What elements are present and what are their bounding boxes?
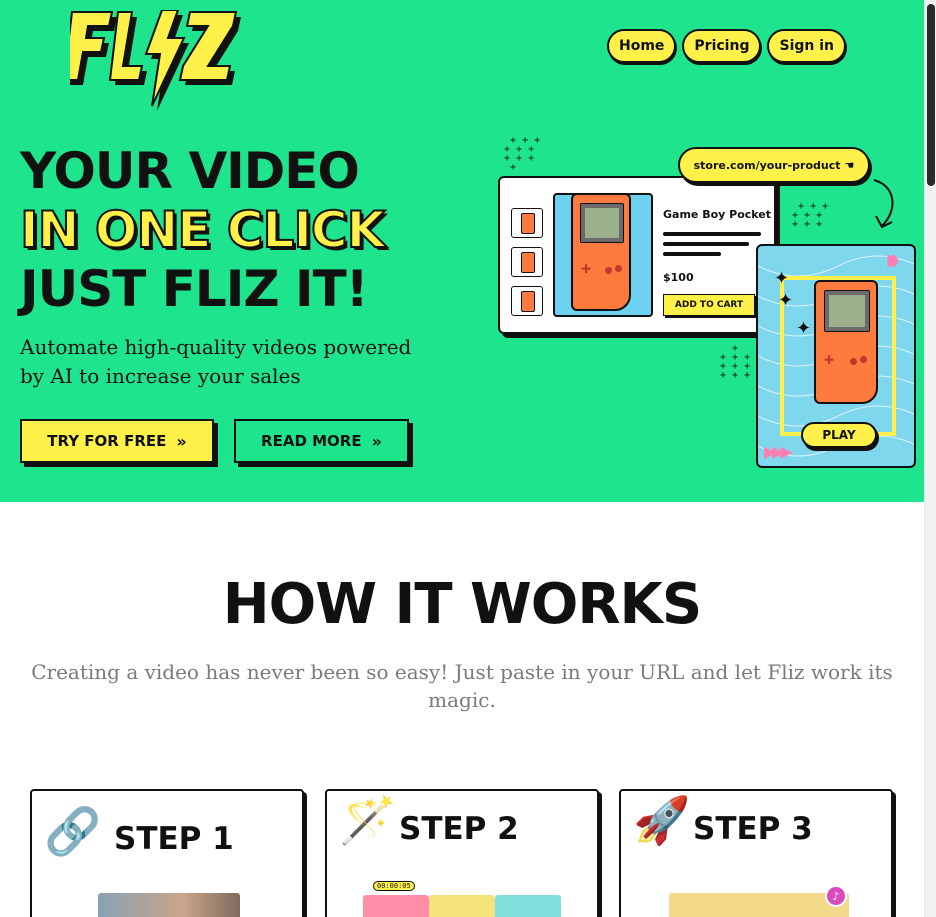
try-for-free-button[interactable]: TRY FOR FREE » [20, 419, 214, 463]
pointer-hand-icon: ☚ [844, 158, 855, 172]
curved-arrow-icon [873, 179, 894, 229]
plus-pattern-icon: + + + + + + + + + + [720, 343, 751, 381]
how-it-works-title: HOW IT WORKS [222, 572, 703, 637]
product-thumbnail [511, 247, 543, 277]
step-2-image-panel [429, 895, 495, 917]
product-thumbnail [511, 208, 543, 238]
text-line [663, 242, 749, 246]
how-it-works-subtitle: Creating a video has never been so easy!… [31, 660, 893, 712]
scrollbar-thumb[interactable] [927, 4, 935, 186]
step-2-image-panel [495, 895, 561, 917]
text-line [663, 252, 721, 256]
sparkle-icon: ✦ [774, 268, 790, 289]
text-line [663, 232, 761, 236]
fliz-logo-graphic [62, 9, 241, 111]
product-url-text: store.com/your-product [693, 158, 841, 172]
headline-line-3: JUST FLIZ IT! [20, 260, 369, 318]
generated-video-card: ◗◗ ▶▶▶ ✚ ✦ ✦ ✦ PLAY [756, 244, 916, 468]
product-main-image: ✚ [553, 193, 653, 317]
product-thumbnail [511, 286, 543, 316]
product-url-pill: store.com/your-product ☚ [678, 147, 870, 183]
fliz-logo[interactable] [62, 9, 250, 118]
step-3-label: STEP 3 [693, 811, 813, 847]
video-timer: 00:00:05 [373, 881, 415, 891]
step-2-label: STEP 2 [399, 811, 519, 847]
step-1-label: STEP 1 [114, 821, 234, 857]
read-more-label: READ MORE [261, 432, 362, 450]
tiktok-icon: ♪ [825, 885, 847, 907]
magic-wand-icon: 🪄 [339, 793, 397, 847]
headline-line-1: YOUR VIDEO [20, 142, 360, 200]
rocket-icon: 🚀 [633, 793, 691, 847]
add-to-cart-button: ADD TO CART [663, 294, 755, 316]
hero-section: Home Pricing Sign in YOUR VIDEO IN ONE C… [0, 0, 924, 502]
step-1-image [98, 893, 240, 917]
step-card-3: 🚀 STEP 3 ♪ [619, 789, 893, 917]
sparkle-icon: ✦ [796, 318, 812, 339]
nav-pricing-button[interactable]: Pricing [682, 29, 762, 63]
step-card-2: 🪄 STEP 2 00:00:05 [325, 789, 599, 917]
double-chevron-right-icon: » [176, 431, 187, 451]
step-card-1: 🔗 STEP 1 [30, 789, 304, 917]
play-button: PLAY [801, 422, 877, 448]
plus-pattern-icon: + + + + + + + + + + [504, 135, 541, 173]
product-title: Game Boy Pocket [663, 208, 772, 221]
hero-headline: YOUR VIDEO IN ONE CLICK JUST FLIZ IT! [19, 142, 386, 319]
hero-illustration: + + + + + + + + + + + + + + + + + + + + … [496, 135, 916, 476]
try-for-free-label: TRY FOR FREE [47, 432, 167, 450]
read-more-button[interactable]: READ MORE » [234, 419, 409, 463]
step-2-image-panel [363, 895, 429, 917]
double-chevron-right-icon: » [371, 431, 382, 451]
game-boy-image: ✚ [571, 193, 631, 311]
step-3-image [669, 893, 849, 917]
nav-signin-button[interactable]: Sign in [767, 29, 846, 63]
nav-home-button[interactable]: Home [607, 29, 677, 63]
product-page-card: ✚ Game Boy Pocket $100 ADD TO CART [498, 176, 776, 334]
top-nav: Home Pricing Sign in [607, 29, 846, 63]
headline-line-2: IN ONE CLICK [19, 200, 386, 260]
triangles-decor: ▶▶▶ [764, 442, 793, 461]
hero-subhead: Automate high-quality videos powered by … [20, 335, 412, 388]
plus-pattern-icon: + + + + + + + + + [792, 201, 829, 230]
link-icon: 🔗 [44, 804, 102, 858]
game-boy-image: ✚ [814, 280, 878, 404]
triangles-decor: ◗◗ [886, 250, 899, 269]
sparkle-icon: ✦ [778, 290, 794, 311]
product-price: $100 [663, 271, 694, 284]
page-scrollbar[interactable] [924, 0, 936, 917]
